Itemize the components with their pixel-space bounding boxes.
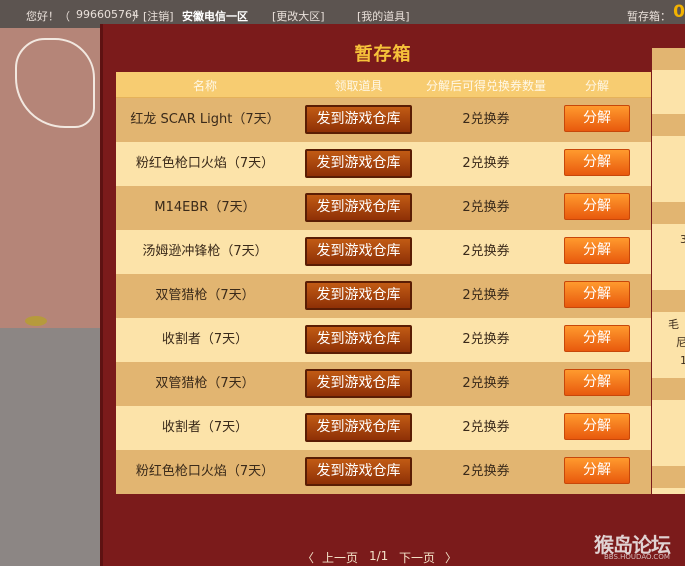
side-text: 1	[680, 354, 685, 367]
send-to-warehouse-button[interactable]: 发到游戏仓库	[305, 193, 412, 222]
greeting-text: 您好！（	[26, 10, 70, 23]
side-stripe	[652, 202, 685, 224]
send-to-warehouse-button[interactable]: 发到游戏仓库	[305, 457, 412, 486]
table-row: 粉红色枪口火焰（7天） 发到游戏仓库 2兑换券 分解	[116, 142, 651, 186]
storage-modal: 暂存箱 名称 领取道具 分解后可得兑换券数量 分解 红龙 SCAR Light（…	[100, 24, 685, 566]
next-page-link[interactable]: 下一页	[399, 549, 435, 566]
user-id: 996605764	[76, 8, 139, 21]
header-split: 分解	[584, 79, 609, 93]
side-stripe	[652, 378, 685, 400]
voucher-value: 2兑换券	[462, 464, 510, 479]
send-to-warehouse-button[interactable]: 发到游戏仓库	[305, 369, 412, 398]
prev-page-link[interactable]: 上一页	[322, 549, 358, 566]
send-to-warehouse-button[interactable]: 发到游戏仓库	[305, 237, 412, 266]
server-name: 安徽电信一区	[182, 10, 248, 23]
split-button[interactable]: 分解	[564, 325, 630, 352]
send-to-warehouse-button[interactable]: 发到游戏仓库	[305, 281, 412, 310]
split-button[interactable]: 分解	[564, 457, 630, 484]
item-name: 粉红色枪口火焰（7天）	[135, 156, 275, 171]
close-paren: ）	[132, 10, 143, 23]
send-to-warehouse-button[interactable]: 发到游戏仓库	[305, 149, 412, 178]
prev-arrow-icon[interactable]: 〈	[302, 549, 314, 566]
next-arrow-icon[interactable]: 〉	[445, 549, 457, 566]
table-row: 收割者（7天） 发到游戏仓库 2兑换券 分解	[116, 406, 651, 450]
table-row: M14EBR（7天） 发到游戏仓库 2兑换券 分解	[116, 186, 651, 230]
side-stripe	[652, 290, 685, 312]
item-name: 粉红色枪口火焰（7天）	[135, 464, 275, 479]
table-header: 名称 领取道具 分解后可得兑换券数量 分解	[116, 72, 651, 98]
page-indicator: 1/1	[369, 549, 389, 563]
item-name: M14EBR（7天）	[154, 200, 256, 215]
voucher-value: 2兑换券	[462, 244, 510, 259]
voucher-value: 2兑换券	[462, 420, 510, 435]
split-button[interactable]: 分解	[564, 105, 630, 132]
logout-link[interactable]: [注销]	[143, 8, 174, 24]
background-floor	[0, 328, 100, 566]
item-name: 汤姆逊冲锋枪（7天）	[142, 244, 268, 259]
table-row: 红龙 SCAR Light（7天） 发到游戏仓库 2兑换券 分解	[116, 98, 651, 142]
forum-watermark: 猴岛论坛 BBS.HOUDAO.COM	[588, 527, 685, 566]
table-row: 汤姆逊冲锋枪（7天） 发到游戏仓库 2兑换券 分解	[116, 230, 651, 274]
gold-coin-icon	[25, 316, 47, 326]
side-text: 尼	[676, 336, 685, 349]
item-name: 红龙 SCAR Light（7天）	[130, 112, 280, 127]
send-to-warehouse-button[interactable]: 发到游戏仓库	[305, 105, 412, 134]
split-button[interactable]: 分解	[564, 369, 630, 396]
item-name: 双管猎枪（7天）	[155, 376, 255, 391]
side-panel-partial: 毛 尼 1 3	[652, 48, 685, 494]
item-name: 收割者（7天）	[161, 332, 249, 347]
side-text: 3	[680, 233, 685, 246]
table-row: 双管猎枪（7天） 发到游戏仓库 2兑换券 分解	[116, 362, 651, 406]
header-name: 名称	[192, 79, 217, 93]
table-row: 粉红色枪口火焰（7天） 发到游戏仓库 2兑换券 分解	[116, 450, 651, 494]
side-stripe	[652, 466, 685, 488]
change-server-link[interactable]: [更改大区]	[272, 8, 325, 24]
side-stripe	[652, 48, 685, 70]
storage-count: 0	[673, 2, 685, 22]
voucher-value: 2兑换券	[462, 200, 510, 215]
background-art	[0, 28, 100, 566]
my-items-link[interactable]: [我的道具]	[357, 8, 410, 24]
watermark-url: BBS.HOUDAO.COM	[604, 553, 670, 561]
send-to-warehouse-button[interactable]: 发到游戏仓库	[305, 325, 412, 354]
voucher-value: 2兑换券	[462, 112, 510, 127]
storage-label: 暂存箱：	[627, 10, 671, 23]
item-name: 收割者（7天）	[161, 420, 249, 435]
voucher-value: 2兑换券	[462, 376, 510, 391]
voucher-value: 2兑换券	[462, 288, 510, 303]
item-name: 双管猎枪（7天）	[155, 288, 255, 303]
split-button[interactable]: 分解	[564, 413, 630, 440]
send-to-warehouse-button[interactable]: 发到游戏仓库	[305, 413, 412, 442]
split-button[interactable]: 分解	[564, 149, 630, 176]
table-row: 收割者（7天） 发到游戏仓库 2兑换券 分解	[116, 318, 651, 362]
side-stripe	[652, 114, 685, 136]
modal-title: 暂存箱	[354, 44, 412, 65]
split-button[interactable]: 分解	[564, 237, 630, 264]
split-button[interactable]: 分解	[564, 193, 630, 220]
header-claim: 领取道具	[334, 79, 383, 93]
side-text: 毛	[668, 318, 679, 331]
voucher-value: 2兑换券	[462, 156, 510, 171]
header-value: 分解后可得兑换券数量	[425, 79, 546, 93]
table-row: 双管猎枪（7天） 发到游戏仓库 2兑换券 分解	[116, 274, 651, 318]
storage-table: 名称 领取道具 分解后可得兑换券数量 分解 红龙 SCAR Light（7天） …	[116, 72, 651, 494]
voucher-value: 2兑换券	[462, 332, 510, 347]
split-button[interactable]: 分解	[564, 281, 630, 308]
